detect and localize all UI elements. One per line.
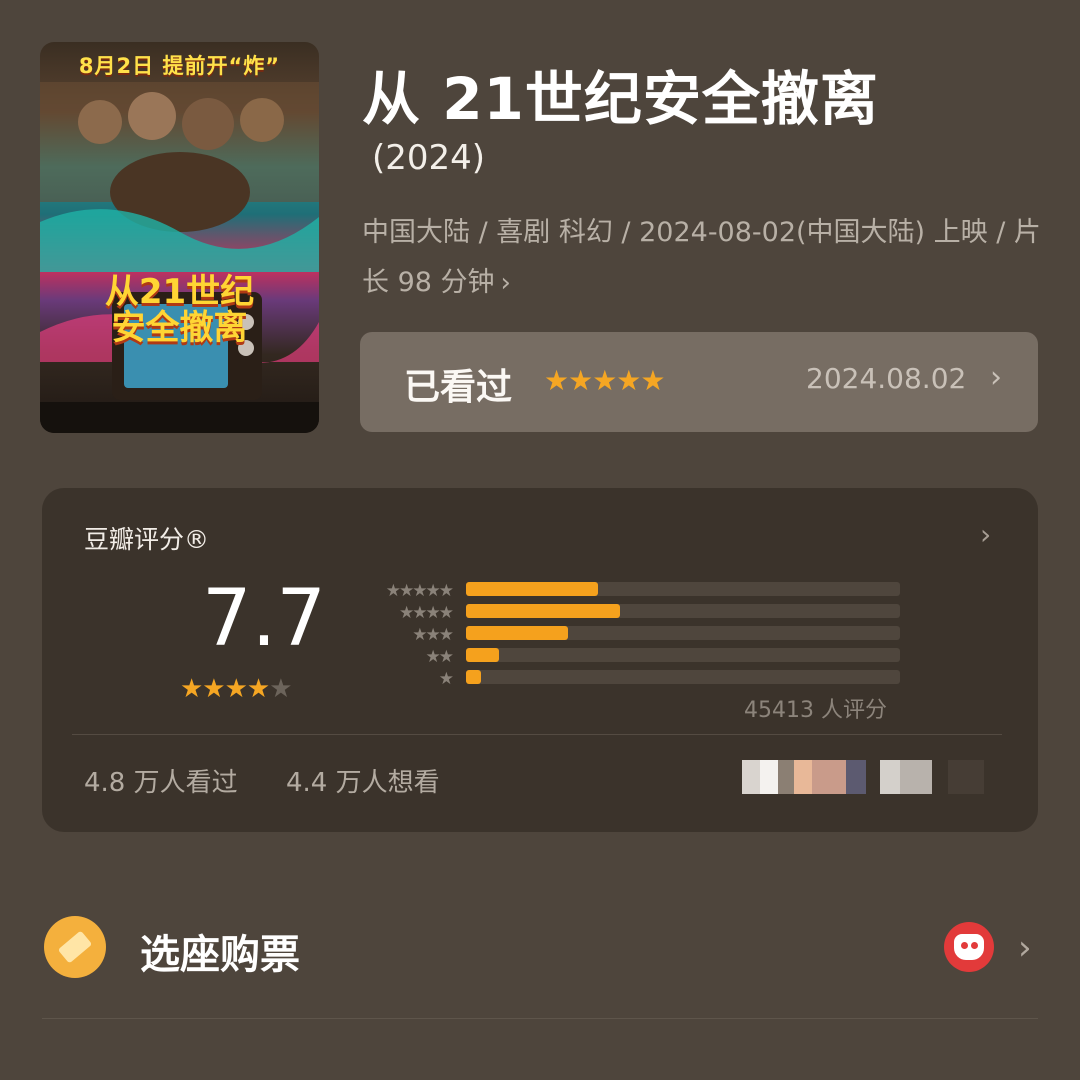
watched-status-card[interactable]: 已看过 ★★★★★ 2024.08.02 ›	[360, 332, 1038, 432]
rating-bar-row: ★	[42, 669, 942, 691]
rating-bar-row: ★★★★★	[42, 581, 942, 603]
rating-bar-track	[466, 648, 900, 662]
seen-count[interactable]: 4.8 万人看过	[84, 762, 238, 799]
movie-title: 从 21世纪安全撤离	[362, 65, 879, 133]
rating-header: 豆瓣评分®	[84, 525, 210, 554]
rating-bar-stars: ★★★★★	[385, 581, 454, 601]
poster-title-line2: 安全撤离	[111, 308, 248, 348]
poster-artwork	[40, 82, 319, 433]
movie-meta[interactable]: 中国大陆 / 喜剧 科幻 / 2024-08-02(中国大陆) 上映 / 片长 …	[362, 208, 1052, 308]
rating-bar-fill	[466, 648, 499, 662]
rating-bar-track	[466, 626, 900, 640]
rating-bar-row: ★★	[42, 647, 942, 669]
rating-bar-track	[466, 670, 900, 684]
chevron-right-icon[interactable]: ›	[1018, 928, 1032, 968]
rating-count: 45413 人评分	[744, 698, 887, 723]
divider	[42, 1018, 1038, 1019]
my-rating-stars: ★★★★★	[544, 364, 666, 397]
rating-bar-stars: ★★	[425, 647, 454, 667]
rating-bar-stars: ★★★★	[399, 603, 454, 623]
rating-bar-fill	[466, 582, 598, 596]
rating-bar-track	[466, 604, 900, 618]
movie-poster[interactable]: 8月2日 提前开“炸” 从21世纪 安全撤离	[40, 42, 319, 433]
friend-avatars-blurred[interactable]	[742, 760, 1002, 796]
maoyan-cat-icon[interactable]	[944, 922, 994, 972]
chevron-right-icon: ›	[990, 360, 1002, 395]
watched-date: 2024.08.02	[806, 362, 967, 395]
rating-bar-fill	[466, 626, 568, 640]
watched-label: 已看过	[404, 367, 513, 408]
rating-bar-fill	[466, 670, 481, 684]
chevron-right-icon[interactable]: ›	[980, 518, 991, 551]
ticket-icon[interactable]	[44, 916, 106, 978]
rating-bar-stars: ★	[438, 669, 454, 689]
want-count[interactable]: 4.4 万人想看	[286, 762, 440, 799]
douban-rating-panel[interactable]: 豆瓣评分® › 7.7 ★★★★★ ★★★★★ ★★★★ ★★★ ★★ ★ 45413 …	[42, 488, 1038, 832]
movie-meta-text: 中国大陆 / 喜剧 科幻 / 2024-08-02(中国大陆) 上映 / 片长 …	[362, 217, 1041, 298]
movie-year: (2024)	[372, 138, 486, 178]
chevron-right-icon: ›	[500, 268, 511, 298]
rating-bar-track	[466, 582, 900, 596]
rating-bar-fill	[466, 604, 620, 618]
rating-bar-row: ★★★	[42, 625, 942, 647]
buy-ticket-label[interactable]: 选座购票	[140, 922, 300, 980]
rating-bar-row: ★★★★	[42, 603, 942, 625]
rating-bar-stars: ★★★	[412, 625, 454, 645]
divider	[72, 734, 1002, 735]
poster-date-banner: 8月2日 提前开“炸”	[78, 54, 281, 78]
